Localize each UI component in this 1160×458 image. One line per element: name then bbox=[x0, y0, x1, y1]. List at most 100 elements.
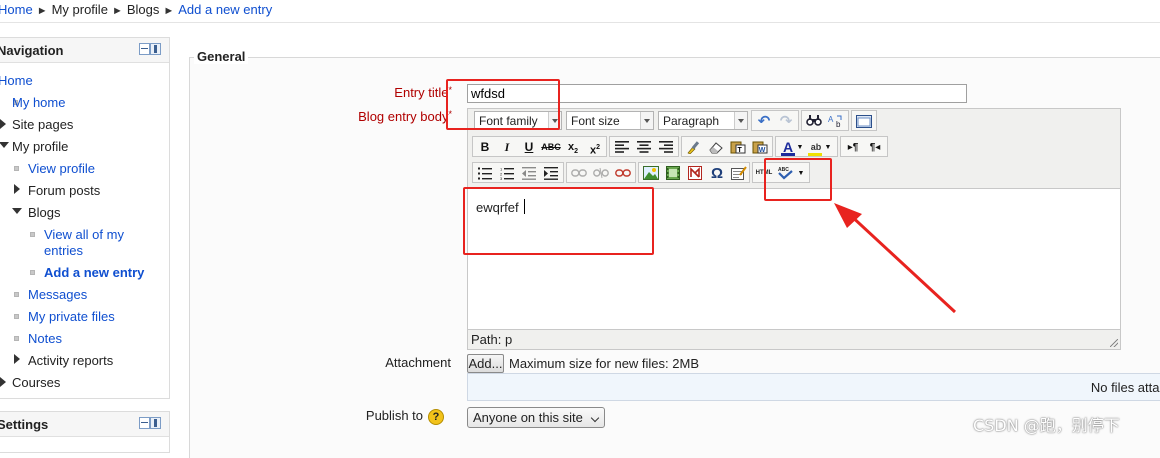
bullet-icon bbox=[14, 166, 19, 171]
edit-code-icon[interactable] bbox=[729, 165, 749, 182]
nav-view-all-entries[interactable]: View all of my bbox=[44, 227, 124, 243]
nav-blogs[interactable]: Blogs bbox=[28, 205, 61, 221]
expanded-arrow-icon[interactable] bbox=[12, 208, 22, 214]
undo-icon[interactable]: ↶ bbox=[754, 113, 774, 130]
publish-to-select[interactable]: Anyone on this site bbox=[467, 407, 605, 428]
svg-text:3: 3 bbox=[500, 176, 503, 180]
color-group: A ▼ ab ▼ bbox=[775, 136, 838, 157]
moodle-media-icon[interactable] bbox=[685, 165, 705, 182]
publish-to-value: Anyone on this site bbox=[473, 410, 583, 425]
dropdown-arrow-icon bbox=[640, 112, 653, 129]
fieldset-legend: General bbox=[194, 49, 249, 64]
unlink-icon[interactable] bbox=[591, 165, 611, 182]
annotation-arrow-icon bbox=[834, 203, 957, 314]
svg-text:W: W bbox=[759, 147, 766, 154]
collapsed-arrow-icon[interactable] bbox=[0, 119, 6, 129]
subscript-icon[interactable]: x2 bbox=[563, 139, 583, 156]
block-controls-icon[interactable] bbox=[139, 43, 161, 55]
background-color-dropdown-icon[interactable]: ▼ bbox=[824, 139, 832, 156]
align-center-icon[interactable] bbox=[634, 139, 654, 156]
insert-image-icon[interactable] bbox=[641, 165, 661, 182]
breadcrumb-blogs[interactable]: Blogs bbox=[127, 2, 160, 17]
nav-messages[interactable]: Messages bbox=[28, 287, 87, 303]
ltr-icon[interactable]: ▸¶ bbox=[843, 139, 863, 156]
text-color-icon[interactable]: A bbox=[778, 139, 798, 156]
font-size-select[interactable]: Font size bbox=[566, 111, 654, 130]
alignment-group bbox=[609, 136, 679, 157]
files-drop-area[interactable]: No files attac bbox=[467, 373, 1160, 401]
text-style-group: B I U ABC x2 x2 bbox=[472, 136, 607, 157]
nav-my-private-files[interactable]: My private files bbox=[28, 309, 115, 325]
collapsed-arrow-icon[interactable] bbox=[0, 377, 6, 387]
nav-site-pages[interactable]: Site pages bbox=[12, 117, 73, 133]
chevron-down-icon bbox=[590, 413, 600, 423]
no-files-text: No files attac bbox=[1090, 380, 1160, 395]
underline-icon[interactable]: U bbox=[519, 139, 539, 156]
resize-grip-icon[interactable] bbox=[1110, 339, 1118, 347]
blog-body-label: Blog entry body* bbox=[300, 109, 452, 124]
superscript-icon[interactable]: x2 bbox=[585, 139, 605, 157]
insert-group: Ω bbox=[638, 162, 750, 183]
italic-icon[interactable]: I bbox=[497, 139, 517, 156]
entry-title-label-text: Entry title bbox=[394, 85, 449, 100]
navigation-block: Navigation bbox=[0, 37, 170, 399]
breadcrumb-my-profile[interactable]: My profile bbox=[52, 2, 108, 17]
align-left-icon[interactable] bbox=[612, 139, 632, 156]
cleanup-brush-icon[interactable] bbox=[684, 139, 704, 156]
nav-my-profile[interactable]: My profile bbox=[12, 139, 68, 155]
fullscreen-group bbox=[851, 110, 877, 131]
header-divider bbox=[0, 22, 1160, 23]
special-char-icon[interactable]: Ω bbox=[707, 165, 727, 182]
nav-forum-posts[interactable]: Forum posts bbox=[28, 183, 100, 199]
format-select[interactable]: Paragraph bbox=[658, 111, 748, 130]
strikethrough-icon[interactable]: ABC bbox=[541, 139, 561, 156]
nav-add-new-entry[interactable]: Add a new entry bbox=[44, 265, 144, 281]
editor-path-text: Path: p bbox=[471, 332, 513, 347]
indent-icon[interactable] bbox=[541, 165, 561, 182]
insert-media-icon[interactable] bbox=[663, 165, 683, 182]
nav-notes[interactable]: Notes bbox=[28, 331, 62, 347]
text-color-dropdown-icon[interactable]: ▼ bbox=[796, 139, 804, 156]
find-replace-icon[interactable]: Ab bbox=[826, 113, 846, 130]
list-group: 123 bbox=[472, 162, 564, 183]
rtl-icon[interactable]: ¶◂ bbox=[865, 139, 885, 156]
nav-view-all-entries-cont[interactable]: entries bbox=[44, 243, 83, 259]
nav-activity-reports[interactable]: Activity reports bbox=[28, 353, 113, 369]
breadcrumb-separator: ► bbox=[163, 5, 175, 17]
breadcrumb-add-new-entry[interactable]: Add a new entry bbox=[178, 2, 272, 17]
collapsed-arrow-icon[interactable] bbox=[14, 184, 20, 194]
find-icon[interactable] bbox=[804, 113, 824, 130]
font-size-value: Font size bbox=[571, 114, 620, 128]
annotation-box-title bbox=[446, 79, 560, 130]
collapsed-arrow-icon[interactable] bbox=[14, 354, 20, 364]
fullscreen-icon[interactable] bbox=[854, 113, 874, 130]
expanded-arrow-icon[interactable] bbox=[0, 142, 9, 148]
align-right-icon[interactable] bbox=[656, 139, 676, 156]
nav-my-home[interactable]: My home bbox=[12, 95, 65, 111]
breadcrumb-separator: ► bbox=[111, 5, 123, 17]
background-color-icon[interactable]: ab bbox=[806, 139, 826, 156]
nav-home[interactable]: Home bbox=[0, 73, 33, 89]
eraser-icon[interactable] bbox=[706, 139, 726, 156]
paste-word-icon[interactable]: W bbox=[750, 139, 770, 156]
bold-icon[interactable]: B bbox=[475, 139, 495, 156]
block-controls-icon[interactable] bbox=[139, 417, 161, 429]
link-icon[interactable] bbox=[569, 165, 589, 182]
nolink-icon[interactable] bbox=[613, 165, 633, 182]
nav-view-profile[interactable]: View profile bbox=[28, 161, 95, 177]
link-group bbox=[566, 162, 636, 183]
help-icon[interactable]: ? bbox=[428, 409, 444, 425]
redo-icon[interactable]: ↷ bbox=[776, 113, 796, 130]
nav-courses[interactable]: Courses bbox=[12, 375, 60, 391]
breadcrumb-home[interactable]: Home bbox=[0, 2, 33, 17]
watermark: CSDN @跑，别停下 bbox=[973, 416, 1120, 435]
paste-text-icon[interactable]: T bbox=[728, 139, 748, 156]
bullet-icon bbox=[14, 292, 19, 297]
add-file-button[interactable]: Add... bbox=[467, 354, 504, 373]
bullet-list-icon[interactable] bbox=[475, 165, 495, 182]
outdent-icon[interactable] bbox=[519, 165, 539, 182]
undo-redo-group: ↶ ↷ bbox=[751, 110, 799, 131]
numbered-list-icon[interactable]: 123 bbox=[497, 165, 517, 182]
annotation-box-content bbox=[463, 187, 654, 255]
dropdown-arrow-icon bbox=[734, 112, 747, 129]
